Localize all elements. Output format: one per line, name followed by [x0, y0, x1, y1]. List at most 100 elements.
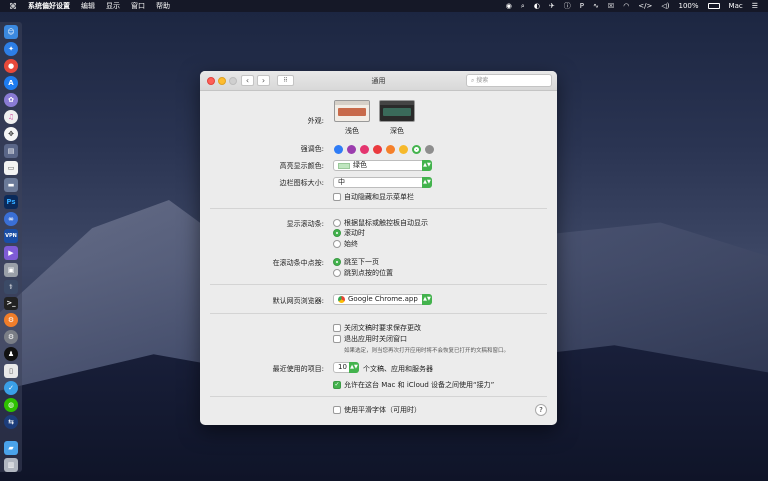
highlight-color-popup[interactable]: 绿色 ▲▼: [333, 160, 432, 171]
ask-save-checkbox[interactable]: [333, 324, 341, 332]
search-input[interactable]: ⌕ 搜索: [466, 74, 552, 87]
jump-to-spot-radio[interactable]: [333, 269, 341, 277]
accent-graphite-swatch[interactable]: [425, 145, 434, 154]
toggle-status-icon[interactable]: ◐: [534, 2, 540, 10]
default-browser-value: Google Chrome.app: [348, 295, 418, 303]
folder-icon[interactable]: ▰: [4, 441, 18, 456]
help-button[interactable]: ?: [535, 404, 547, 416]
jump-next-page-radio[interactable]: [333, 258, 341, 266]
sidebar-icon-size-popup[interactable]: 中 ▲▼: [333, 177, 432, 188]
dark-appearance-caption: 深色: [390, 127, 404, 135]
scrollbars-always-label: 始终: [344, 240, 358, 248]
video-icon[interactable]: ▶: [4, 245, 18, 260]
apple-logo-icon[interactable]: ⌘: [9, 2, 17, 11]
scrollbars-auto-option[interactable]: 根据鼠标或触控板自动显示: [333, 218, 428, 228]
sidebar-icon-size-label: 边栏图标大小:: [279, 179, 324, 187]
volume-icon[interactable]: ◁): [661, 2, 669, 10]
launchpad-icon[interactable]: ✿: [4, 92, 18, 107]
p-status-icon[interactable]: P: [580, 2, 584, 10]
vpn-icon[interactable]: VPN: [4, 228, 18, 243]
jump-to-spot-label: 跳到点按的位置: [344, 269, 393, 277]
code-status-icon[interactable]: </>: [638, 2, 652, 10]
accent-blue-swatch[interactable]: [334, 145, 343, 154]
menu-list-icon[interactable]: ☰: [752, 2, 758, 10]
document-icon[interactable]: ▯: [4, 364, 18, 379]
appearance-label: 外观:: [307, 117, 324, 125]
user-name[interactable]: Mac: [729, 2, 743, 10]
wechat-status-icon[interactable]: ◉: [506, 2, 512, 10]
photoshop-icon[interactable]: Ps: [4, 194, 18, 209]
teamviewer-icon[interactable]: ⇆: [4, 415, 18, 430]
network-icon[interactable]: ∞: [4, 211, 18, 226]
highlight-swatch: [338, 162, 350, 169]
general-preferences-window: ‹ › ⠿ 通用 ⌕ 搜索 外观: 浅色 深色 强调色: 高亮显示颜色: 绿色 …: [200, 71, 557, 425]
default-browser-popup[interactable]: Google Chrome.app ▲▼: [333, 294, 432, 305]
handoff-label: 允许在这台 Mac 和 iCloud 设备之间使用“接力”: [344, 381, 495, 389]
settings-orange-icon[interactable]: ⚙: [4, 313, 18, 328]
system-preferences-icon[interactable]: ⚙: [4, 330, 18, 345]
accent-red-swatch[interactable]: [373, 145, 382, 154]
menu-edit[interactable]: 编辑: [81, 1, 95, 11]
title-bar: ‹ › ⠿ 通用 ⌕ 搜索: [200, 71, 557, 91]
dark-appearance-thumbnail[interactable]: [379, 100, 415, 122]
wechat-icon[interactable]: ◍: [4, 398, 18, 413]
close-windows-label: 退出应用时关闭窗口: [344, 335, 407, 343]
wave-status-icon[interactable]: ∿: [593, 2, 599, 10]
battery-text[interactable]: 100%: [679, 2, 699, 10]
jump-next-page-option[interactable]: 跳至下一页: [333, 257, 379, 267]
menubar-autohide-option[interactable]: 自动隐藏和显示菜单栏: [333, 192, 414, 202]
accent-green-swatch[interactable]: [412, 145, 421, 154]
menu-view[interactable]: 显示: [106, 1, 120, 11]
itunes-icon[interactable]: ♫: [4, 109, 18, 124]
menu-app-name[interactable]: 系统偏好设置: [28, 1, 70, 11]
section-divider: [210, 208, 547, 209]
handoff-checkbox[interactable]: ✓: [333, 381, 341, 389]
terminal-icon[interactable]: >_: [4, 296, 18, 311]
jump-to-spot-option[interactable]: 跳到点按的位置: [333, 268, 393, 278]
feather-icon[interactable]: ✓: [4, 381, 18, 396]
scrollbars-scrolling-option[interactable]: 滚动时: [333, 228, 365, 238]
accent-orange-swatch[interactable]: [386, 145, 395, 154]
handoff-option[interactable]: ✓ 允许在这台 Mac 和 iCloud 设备之间使用“接力”: [333, 380, 494, 390]
recent-items-popup[interactable]: 10 ▲▼: [333, 362, 359, 373]
accent-purple-swatch[interactable]: [347, 145, 356, 154]
font-smoothing-option[interactable]: 使用平滑字体（可用时）: [333, 405, 421, 415]
search-icon[interactable]: ⌕: [521, 2, 525, 11]
menu-window[interactable]: 窗口: [131, 1, 145, 11]
ask-save-option[interactable]: 关闭文稿时要求保存更改: [333, 323, 421, 333]
drive-icon[interactable]: ▬: [4, 177, 18, 192]
scrollbars-always-radio[interactable]: [333, 240, 341, 248]
light-appearance-thumbnail[interactable]: [334, 100, 370, 122]
accent-pink-swatch[interactable]: [360, 145, 369, 154]
wifi-icon[interactable]: ◠: [623, 2, 629, 10]
chrome-icon[interactable]: ●: [4, 58, 18, 73]
finder-icon[interactable]: ☺: [4, 25, 18, 39]
scrollbars-auto-radio[interactable]: [333, 219, 341, 227]
menu-help[interactable]: 帮助: [156, 1, 170, 11]
archive-icon[interactable]: ▣: [4, 262, 18, 277]
font-smoothing-label: 使用平滑字体（可用时）: [344, 406, 421, 414]
info-status-icon[interactable]: ⓘ: [564, 1, 571, 11]
popup-arrows-icon: ▲▼: [422, 160, 432, 171]
notes-icon[interactable]: ▭: [4, 160, 18, 175]
bird-status-icon[interactable]: ✈: [549, 2, 555, 10]
accent-color-label: 强调色:: [300, 145, 324, 153]
accent-yellow-swatch[interactable]: [399, 145, 408, 154]
scrollbars-always-option[interactable]: 始终: [333, 239, 358, 249]
x-status-icon[interactable]: ☒: [608, 2, 614, 10]
close-windows-checkbox[interactable]: [333, 335, 341, 343]
safari-icon[interactable]: ✦: [4, 41, 18, 56]
font-smoothing-checkbox[interactable]: [333, 406, 341, 414]
scrollbars-scrolling-radio[interactable]: [333, 229, 341, 237]
qq-icon[interactable]: ♟: [4, 347, 18, 362]
menu-bar: ⌘ 系统偏好设置 编辑 显示 窗口 帮助 ◉ ⌕ ◐ ✈ ⓘ P ∿ ☒ ◠ <…: [0, 0, 768, 12]
menubar-autohide-checkbox[interactable]: [333, 193, 341, 201]
preview-icon[interactable]: ▤: [4, 143, 18, 158]
app-store-icon[interactable]: A: [4, 75, 18, 90]
disk-utility-icon[interactable]: ⚕: [4, 279, 18, 294]
popup-arrows-icon: ▲▼: [422, 177, 432, 188]
trash-icon[interactable]: ▥: [4, 458, 18, 473]
dot-app-icon[interactable]: ✥: [4, 126, 18, 141]
battery-icon: [707, 3, 720, 9]
close-windows-option[interactable]: 退出应用时关闭窗口: [333, 334, 407, 344]
